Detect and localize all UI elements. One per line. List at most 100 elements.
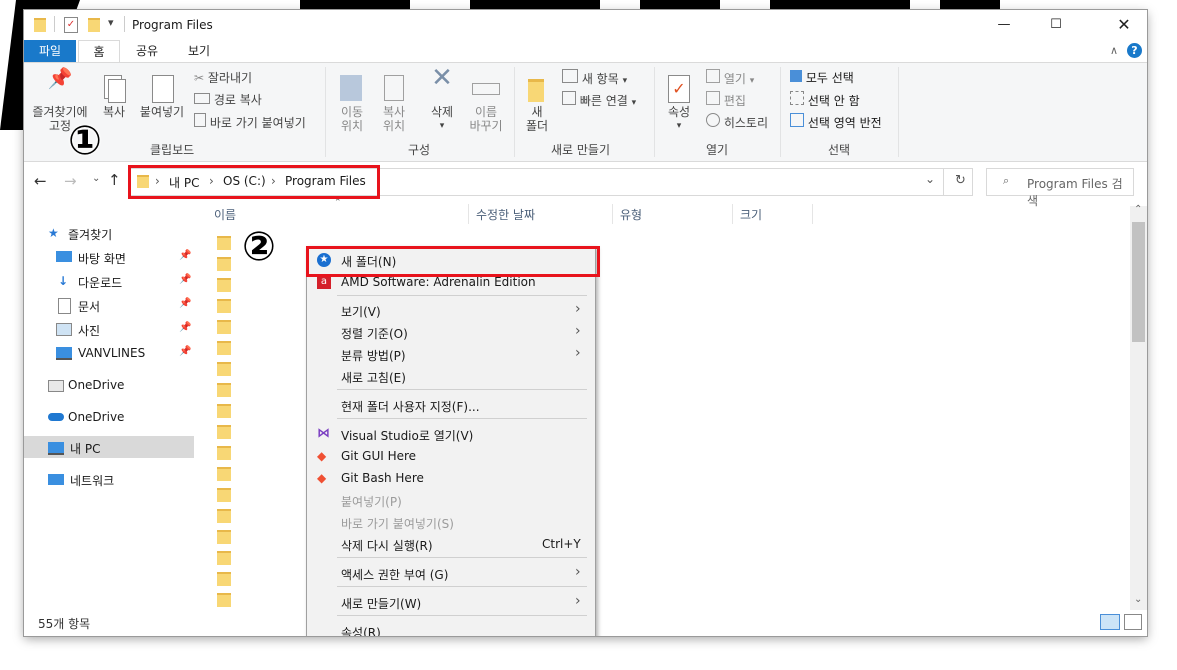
easy-access-button[interactable]: 빠른 연결 ▾	[562, 91, 636, 109]
folder-icon[interactable]	[217, 593, 231, 607]
tab-view[interactable]: 보기	[176, 40, 222, 62]
folder-icon[interactable]	[217, 425, 231, 439]
properties-qa-icon[interactable]: ✓	[64, 17, 78, 33]
folder-icon[interactable]	[217, 467, 231, 481]
folder-icon[interactable]	[217, 383, 231, 397]
copy-path-button[interactable]: 경로 복사	[194, 91, 262, 108]
menu-customize-folder[interactable]: 현재 폴더 사용자 지정(F)...	[307, 394, 595, 416]
delete-button[interactable]: ✕ 삭제 ▾	[422, 65, 462, 133]
open-button[interactable]: 열기 ▾	[706, 69, 754, 87]
folder-icon[interactable]	[217, 509, 231, 523]
menu-open-visual-studio[interactable]: ⋈ Visual Studio로 열기(V)	[307, 423, 595, 445]
nav-network[interactable]: 네트워크	[24, 468, 194, 490]
folder-icon[interactable]	[217, 278, 231, 292]
folder-icon[interactable]	[217, 488, 231, 502]
column-type[interactable]: 유형	[620, 206, 642, 223]
menu-redo-delete[interactable]: 삭제 다시 실행(R) Ctrl+Y	[307, 533, 595, 555]
chevron-down-icon[interactable]: ⌄	[925, 172, 935, 186]
minimize-button[interactable]: —	[981, 10, 1027, 40]
forward-arrow-icon[interactable]: →	[64, 172, 77, 190]
menu-label: 속성(R)	[341, 626, 381, 636]
folder-icon[interactable]	[217, 530, 231, 544]
folder-icon[interactable]	[217, 572, 231, 586]
close-button[interactable]: ✕	[1101, 10, 1147, 40]
onedrive-folder-icon	[48, 380, 64, 392]
divider[interactable]	[612, 204, 613, 224]
invert-selection-button[interactable]: 선택 영역 반전	[790, 113, 882, 131]
divider[interactable]	[812, 204, 813, 224]
folder-icon[interactable]	[217, 299, 231, 313]
up-arrow-icon[interactable]: ↑	[108, 171, 121, 189]
recent-dropdown-icon[interactable]: ⌄	[92, 173, 100, 184]
move-to-button[interactable]: 이동 위치	[332, 71, 372, 133]
menu-sort-by[interactable]: 정렬 기준(O) ›	[307, 321, 595, 343]
nav-this-pc[interactable]: 내 PC	[24, 436, 194, 458]
help-icon[interactable]: ?	[1127, 43, 1142, 58]
maximize-button[interactable]: ☐	[1033, 10, 1079, 40]
nav-desktop[interactable]: 바탕 화면 📌	[24, 246, 194, 268]
paste-button[interactable]: 붙여넣기	[136, 71, 188, 119]
scrollbar-thumb[interactable]	[1132, 222, 1145, 342]
divider[interactable]	[732, 204, 733, 224]
pin-icon[interactable]: 📌	[179, 274, 191, 285]
menu-group-by[interactable]: 분류 방법(P) ›	[307, 343, 595, 365]
folder-icon[interactable]	[217, 362, 231, 376]
qa-dropdown-icon[interactable]: ▾	[108, 16, 114, 29]
edit-button[interactable]: 편집	[706, 91, 746, 109]
search-box[interactable]: ⌕ Program Files 검색	[986, 168, 1134, 208]
new-folder-qa-icon[interactable]	[88, 18, 100, 32]
menu-view[interactable]: 보기(V) ›	[307, 299, 595, 321]
folder-icon[interactable]	[217, 320, 231, 334]
scroll-up-icon[interactable]: ⌃	[1134, 204, 1142, 215]
paste-shortcut-button[interactable]: 바로 가기 붙여넣기	[194, 113, 306, 131]
cut-button[interactable]: ✂ 잘라내기	[194, 69, 252, 86]
menu-give-access[interactable]: 액세스 권한 부여 (G) ›	[307, 562, 595, 584]
collapse-ribbon-icon[interactable]: ∧	[1110, 44, 1118, 57]
folder-icon[interactable]	[217, 341, 231, 355]
copy-to-button[interactable]: 복사 위치	[374, 71, 414, 133]
folder-icon[interactable]	[217, 236, 231, 250]
select-all-button[interactable]: 모두 선택	[790, 69, 854, 86]
nav-quick-access[interactable]: ★ 즐겨찾기	[24, 222, 194, 244]
new-folder-button[interactable]: 새 폴더	[520, 71, 554, 133]
select-none-button[interactable]: 선택 안 함	[790, 91, 860, 109]
nav-documents[interactable]: 문서 📌	[24, 294, 194, 316]
pin-icon[interactable]: 📌	[179, 346, 191, 357]
vertical-scrollbar[interactable]: ⌃ ⌄	[1130, 204, 1147, 610]
scroll-down-icon[interactable]: ⌄	[1134, 594, 1142, 605]
folder-icon[interactable]	[217, 551, 231, 565]
column-date-modified[interactable]: 수정한 날짜	[476, 206, 535, 223]
tab-home[interactable]: 홈	[78, 40, 120, 64]
menu-properties[interactable]: 속성(R)	[307, 620, 595, 636]
nav-onedrive-1[interactable]: OneDrive	[24, 374, 194, 396]
large-icons-view-icon[interactable]	[1124, 614, 1142, 630]
new-item-button[interactable]: 새 항목 ▾	[562, 69, 627, 87]
nav-vanvlines[interactable]: VANVLINES 📌	[24, 342, 194, 364]
tab-share[interactable]: 공유	[124, 40, 170, 62]
column-size[interactable]: 크기	[740, 206, 762, 223]
properties-button[interactable]: ✓ 속성 ▾	[660, 71, 698, 133]
menu-refresh[interactable]: 새로 고침(E)	[307, 365, 595, 387]
menu-new[interactable]: 새로 만들기(W) ›	[307, 591, 595, 613]
history-button[interactable]: 히스토리	[706, 113, 768, 131]
folder-icon[interactable]	[217, 404, 231, 418]
search-input[interactable]: Program Files 검색	[1027, 175, 1133, 209]
folder-icon[interactable]	[217, 257, 231, 271]
nav-onedrive-2[interactable]: OneDrive	[24, 406, 194, 428]
pin-icon[interactable]: 📌	[179, 250, 191, 261]
refresh-icon[interactable]: ↻	[955, 173, 966, 188]
nav-downloads[interactable]: ↓ 다운로드 📌	[24, 270, 194, 292]
pin-icon[interactable]: 📌	[179, 322, 191, 333]
copy-button[interactable]: 복사	[96, 71, 132, 119]
menu-git-bash[interactable]: ◆ Git Bash Here	[307, 467, 595, 489]
pin-icon[interactable]: 📌	[179, 298, 191, 309]
divider[interactable]	[468, 204, 469, 224]
back-arrow-icon[interactable]: ←	[34, 172, 47, 190]
details-view-icon[interactable]	[1100, 614, 1120, 630]
nav-pictures[interactable]: 사진 📌	[24, 318, 194, 340]
menu-git-gui[interactable]: ◆ Git GUI Here	[307, 445, 595, 467]
tab-file[interactable]: 파일	[24, 40, 76, 62]
column-name[interactable]: 이름	[214, 206, 236, 223]
folder-icon[interactable]	[217, 446, 231, 460]
rename-button[interactable]: 이름 바꾸기	[464, 71, 508, 133]
